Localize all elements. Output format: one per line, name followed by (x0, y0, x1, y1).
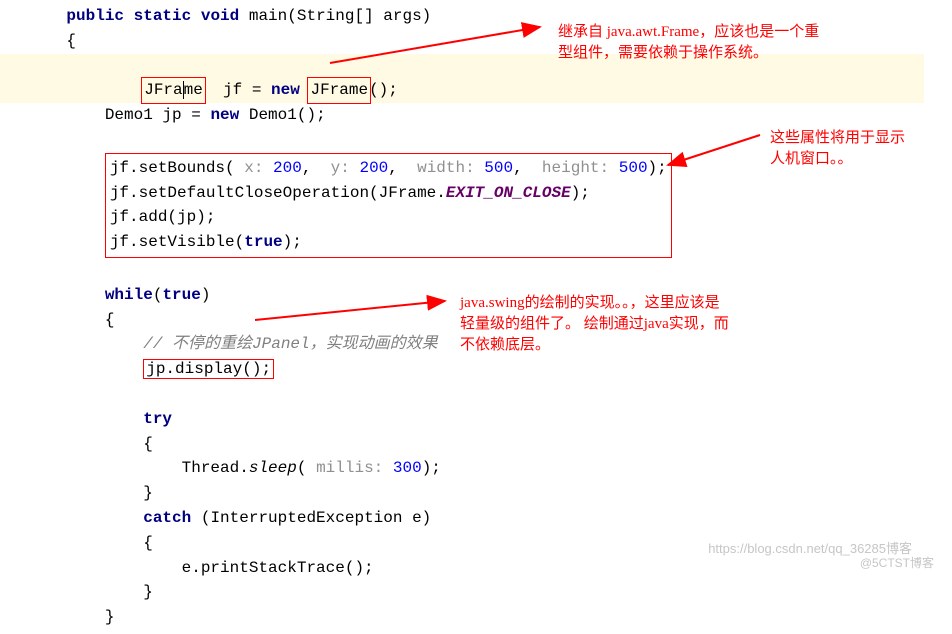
code-line (28, 258, 952, 283)
code-line: jp.display(); (28, 357, 952, 382)
annotation-text-1: 继承自 java.awt.Frame，应该也是一个重 型组件，需要依赖于操作系统… (558, 22, 819, 64)
code-line: Thread.sleep( millis: 300); (28, 456, 952, 481)
code-line (28, 382, 952, 407)
code-line: { (28, 432, 952, 457)
code-line: catch (InterruptedException e) (28, 506, 952, 531)
annotation-text-2: 这些属性将用于显示 人机窗口。。 (770, 128, 905, 170)
code-line: } (28, 605, 952, 630)
code-line: Demo1 jp = new Demo1(); (28, 103, 952, 128)
code-line: e.printStackTrace(); (28, 556, 952, 581)
code-line: try (28, 407, 952, 432)
code-line: } (28, 580, 952, 605)
code-line: } (28, 481, 952, 506)
watermark-text-2: @5CTST博客 (860, 554, 934, 571)
annotation-text-3: java.swing的绘制的实现。。，这里应该是 轻量级的组件了。 绘制通过ja… (460, 293, 729, 356)
